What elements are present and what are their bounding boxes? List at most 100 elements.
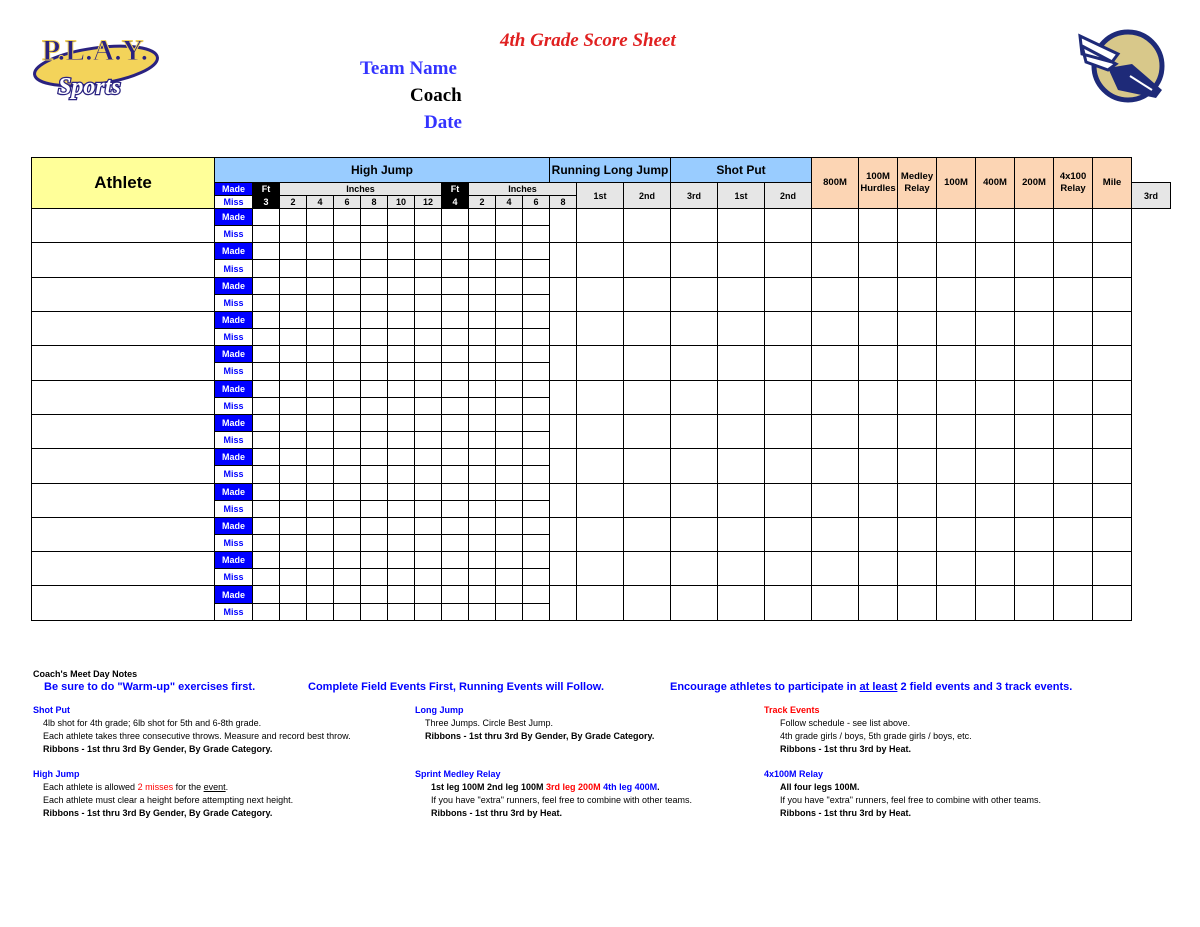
- track-100m-cell[interactable]: [936, 310, 977, 347]
- high-jump-miss-cell[interactable]: [495, 499, 523, 518]
- high-jump-made-cell[interactable]: [279, 242, 307, 261]
- track-200m-cell[interactable]: [1014, 276, 1055, 312]
- high-jump-made-cell[interactable]: [333, 413, 361, 433]
- high-jump-made-cell[interactable]: [441, 448, 469, 467]
- track-mile-cell[interactable]: [1092, 207, 1133, 244]
- high-jump-made-cell[interactable]: [468, 276, 496, 295]
- high-jump-made-cell[interactable]: [306, 413, 334, 433]
- athlete-name-cell[interactable]: [31, 379, 215, 415]
- high-jump-miss-cell[interactable]: [333, 328, 361, 347]
- high-jump-miss-cell[interactable]: [279, 431, 307, 450]
- track-100m-cell[interactable]: [936, 551, 977, 587]
- track-400m-cell[interactable]: [975, 207, 1016, 244]
- high-jump-miss-cell[interactable]: [495, 465, 523, 484]
- high-jump-miss-cell[interactable]: [495, 568, 523, 587]
- high-jump-miss-cell[interactable]: [495, 225, 523, 244]
- high-jump-made-cell[interactable]: [414, 448, 442, 467]
- high-jump-made-cell[interactable]: [495, 516, 523, 535]
- shot-put-2-cell[interactable]: [717, 207, 765, 244]
- shot-put-3-cell[interactable]: [763, 448, 813, 484]
- rlj-3-cell[interactable]: [623, 585, 671, 621]
- rlj-1-cell[interactable]: [549, 585, 577, 621]
- track-4x100-relay-cell[interactable]: [1053, 551, 1094, 587]
- high-jump-made-cell[interactable]: [252, 413, 280, 433]
- track-4x100-relay-cell[interactable]: [1053, 276, 1094, 312]
- high-jump-miss-cell[interactable]: [414, 362, 442, 381]
- shot-put-1-cell[interactable]: [670, 207, 718, 244]
- rlj-3-cell[interactable]: [623, 413, 671, 450]
- high-jump-made-cell[interactable]: [414, 482, 442, 501]
- high-jump-miss-cell[interactable]: [252, 259, 280, 278]
- shot-put-3-cell[interactable]: [763, 207, 813, 244]
- rlj-3-cell[interactable]: [623, 207, 671, 244]
- high-jump-made-cell[interactable]: [495, 448, 523, 467]
- high-jump-miss-cell[interactable]: [279, 568, 307, 587]
- high-jump-miss-cell[interactable]: [387, 431, 415, 450]
- high-jump-miss-cell[interactable]: [414, 568, 442, 587]
- high-jump-miss-cell[interactable]: [441, 568, 469, 587]
- high-jump-made-cell[interactable]: [279, 585, 307, 604]
- high-jump-miss-cell[interactable]: [522, 328, 550, 347]
- high-jump-made-cell[interactable]: [522, 242, 550, 261]
- high-jump-miss-cell[interactable]: [279, 225, 307, 244]
- high-jump-made-cell[interactable]: [414, 413, 442, 433]
- high-jump-miss-cell[interactable]: [333, 431, 361, 450]
- high-jump-made-cell[interactable]: [360, 276, 388, 295]
- high-jump-made-cell[interactable]: [252, 379, 280, 398]
- high-jump-made-cell[interactable]: [333, 379, 361, 398]
- high-jump-made-cell[interactable]: [306, 242, 334, 261]
- shot-put-2-cell[interactable]: [717, 448, 765, 484]
- high-jump-made-cell[interactable]: [279, 207, 307, 227]
- high-jump-miss-cell[interactable]: [252, 465, 280, 484]
- high-jump-miss-cell[interactable]: [441, 362, 469, 381]
- high-jump-miss-cell[interactable]: [414, 396, 442, 415]
- high-jump-miss-cell[interactable]: [387, 568, 415, 587]
- high-jump-miss-cell[interactable]: [387, 396, 415, 415]
- high-jump-made-cell[interactable]: [495, 379, 523, 398]
- high-jump-miss-cell[interactable]: [441, 293, 469, 312]
- track-mile-cell[interactable]: [1092, 516, 1133, 553]
- athlete-name-cell[interactable]: [31, 345, 215, 381]
- high-jump-miss-cell[interactable]: [279, 602, 307, 621]
- track-100m-hurdles-cell[interactable]: [858, 413, 899, 450]
- track-100m-cell[interactable]: [936, 379, 977, 415]
- shot-put-1-cell[interactable]: [670, 310, 718, 347]
- track-mile-cell[interactable]: [1092, 585, 1133, 621]
- rlj-2-cell[interactable]: [576, 413, 624, 450]
- high-jump-made-cell[interactable]: [468, 242, 496, 261]
- athlete-name-cell[interactable]: [31, 585, 215, 621]
- high-jump-made-cell[interactable]: [387, 585, 415, 604]
- high-jump-made-cell[interactable]: [414, 345, 442, 364]
- track-400m-cell[interactable]: [975, 551, 1016, 587]
- high-jump-made-cell[interactable]: [333, 345, 361, 364]
- rlj-2-cell[interactable]: [576, 242, 624, 278]
- high-jump-miss-cell[interactable]: [360, 328, 388, 347]
- high-jump-made-cell[interactable]: [252, 585, 280, 604]
- high-jump-miss-cell[interactable]: [306, 259, 334, 278]
- track-mile-cell[interactable]: [1092, 242, 1133, 278]
- track-800m-cell[interactable]: [811, 207, 860, 244]
- high-jump-made-cell[interactable]: [279, 276, 307, 295]
- high-jump-made-cell[interactable]: [522, 345, 550, 364]
- track-100m-hurdles-cell[interactable]: [858, 379, 899, 415]
- high-jump-miss-cell[interactable]: [522, 533, 550, 553]
- track-800m-cell[interactable]: [811, 482, 860, 518]
- track-mile-cell[interactable]: [1092, 482, 1133, 518]
- high-jump-miss-cell[interactable]: [522, 499, 550, 518]
- track-200m-cell[interactable]: [1014, 310, 1055, 347]
- high-jump-miss-cell[interactable]: [333, 465, 361, 484]
- high-jump-made-cell[interactable]: [468, 448, 496, 467]
- track-800m-cell[interactable]: [811, 551, 860, 587]
- high-jump-made-cell[interactable]: [522, 448, 550, 467]
- track-4x100-relay-cell[interactable]: [1053, 379, 1094, 415]
- rlj-2-cell[interactable]: [576, 310, 624, 347]
- high-jump-made-cell[interactable]: [252, 207, 280, 227]
- high-jump-made-cell[interactable]: [306, 482, 334, 501]
- track-4x100-relay-cell[interactable]: [1053, 207, 1094, 244]
- high-jump-made-cell[interactable]: [306, 345, 334, 364]
- track-4x100-relay-cell[interactable]: [1053, 310, 1094, 347]
- high-jump-miss-cell[interactable]: [522, 396, 550, 415]
- track-100m-hurdles-cell[interactable]: [858, 551, 899, 587]
- high-jump-miss-cell[interactable]: [306, 328, 334, 347]
- high-jump-miss-cell[interactable]: [306, 362, 334, 381]
